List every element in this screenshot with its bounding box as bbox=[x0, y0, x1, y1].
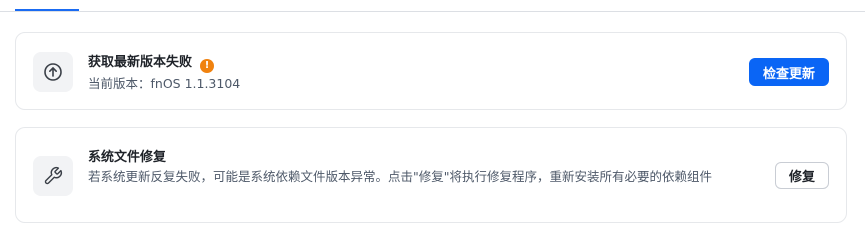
update-title-text: 获取最新版本失败 bbox=[88, 55, 193, 70]
repair-title: 系统文件修复 bbox=[88, 150, 167, 165]
tab-bar bbox=[0, 0, 865, 12]
arrow-up-circle-icon bbox=[33, 52, 73, 92]
update-title: 获取最新版本失败! bbox=[88, 51, 215, 73]
update-card: 获取最新版本失败! 当前版本：fnOS 1.1.3104 检查更新 bbox=[15, 32, 847, 110]
repair-button[interactable]: 修复 bbox=[775, 162, 829, 189]
wrench-icon bbox=[33, 156, 73, 196]
repair-card: 系统文件修复 若系统更新反复失败，可能是系统依赖文件版本异常。点击"修复"将执行… bbox=[15, 127, 847, 223]
repair-description: 若系统更新反复失败，可能是系统依赖文件版本异常。点击"修复"将执行修复程序，重新… bbox=[88, 169, 713, 184]
warning-icon: ! bbox=[200, 58, 215, 73]
active-tab-indicator bbox=[15, 9, 79, 11]
check-update-button[interactable]: 检查更新 bbox=[749, 58, 829, 86]
current-version-text: 当前版本：fnOS 1.1.3104 bbox=[88, 76, 241, 91]
